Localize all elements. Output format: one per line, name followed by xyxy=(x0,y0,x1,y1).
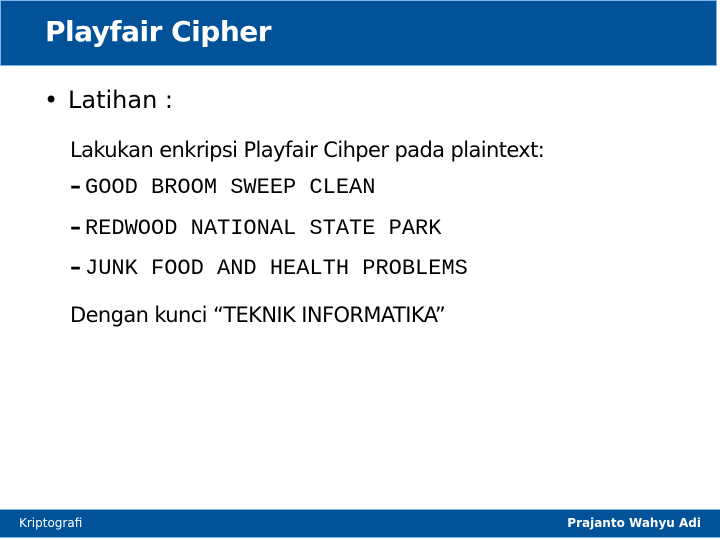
footer-bar: Kriptografi Prajanto Wahyu Adi xyxy=(0,509,720,538)
bullet-item: • Latihan : xyxy=(44,86,173,114)
plaintext-item: – GOOD BROOM SWEEP CLEAN xyxy=(70,174,375,200)
footer-course: Kriptografi xyxy=(19,516,83,530)
plaintext-text: REDWOOD NATIONAL STATE PARK xyxy=(85,216,442,241)
bullet-text: Latihan : xyxy=(68,86,173,114)
plaintext-text: GOOD BROOM SWEEP CLEAN xyxy=(85,175,376,200)
plaintext-item: – REDWOOD NATIONAL STATE PARK xyxy=(70,215,441,241)
bullet-icon: • xyxy=(44,86,59,114)
plaintext-text: JUNK FOOD AND HEALTH PROBLEMS xyxy=(85,256,468,281)
slide-title: Playfair Cipher xyxy=(45,15,272,48)
dash-icon: – xyxy=(70,174,81,199)
key-text: Dengan kunci “TEKNIK INFORMATIKA” xyxy=(70,303,446,327)
title-bar: Playfair Cipher xyxy=(0,0,717,66)
instruction-text: Lakukan enkripsi Playfair Cihper pada pl… xyxy=(70,138,545,162)
dash-icon: – xyxy=(70,215,81,240)
dash-icon: – xyxy=(70,255,81,280)
footer-author: Prajanto Wahyu Adi xyxy=(567,516,701,530)
plaintext-item: – JUNK FOOD AND HEALTH PROBLEMS xyxy=(70,255,468,281)
